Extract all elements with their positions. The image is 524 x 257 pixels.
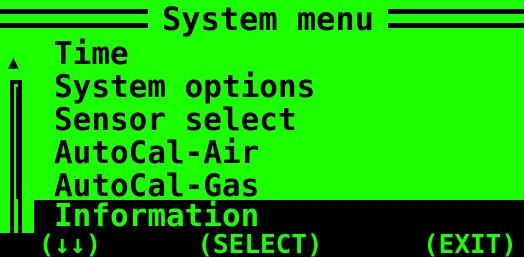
- menu-item-information[interactable]: Information: [34, 200, 524, 234]
- menu-item-system-options[interactable]: System options: [48, 71, 518, 104]
- header-rule-left-bottom: [0, 23, 148, 28]
- softkey-bar: (↓↓) (SELECT) (EXIT): [0, 233, 524, 257]
- menu-item-autocal-air[interactable]: AutoCal-Air: [48, 137, 518, 170]
- menu-item-time[interactable]: Time: [48, 38, 518, 71]
- scroll-track[interactable]: [10, 80, 22, 250]
- scroll-up-arrow-icon[interactable]: ▲: [8, 54, 19, 72]
- header-rule-right-top: [388, 9, 524, 14]
- header-rule-left-top: [0, 9, 148, 14]
- page-title: System menu: [162, 0, 374, 38]
- scroll-thumb[interactable]: [16, 87, 20, 199]
- softkey-down[interactable]: (↓↓): [10, 233, 130, 257]
- header-rule-right-bottom: [388, 23, 524, 28]
- menu-item-sensor-select[interactable]: Sensor select: [48, 104, 518, 137]
- scrollbar[interactable]: ▲: [4, 54, 34, 250]
- softkey-exit[interactable]: (EXIT): [415, 233, 524, 257]
- device-screen: System menu ▲ Time System options Sensor…: [0, 0, 524, 257]
- menu-header: System menu: [0, 0, 524, 38]
- system-menu-list: Time System options Sensor select AutoCa…: [34, 38, 524, 234]
- softkey-select[interactable]: (SELECT): [175, 233, 345, 257]
